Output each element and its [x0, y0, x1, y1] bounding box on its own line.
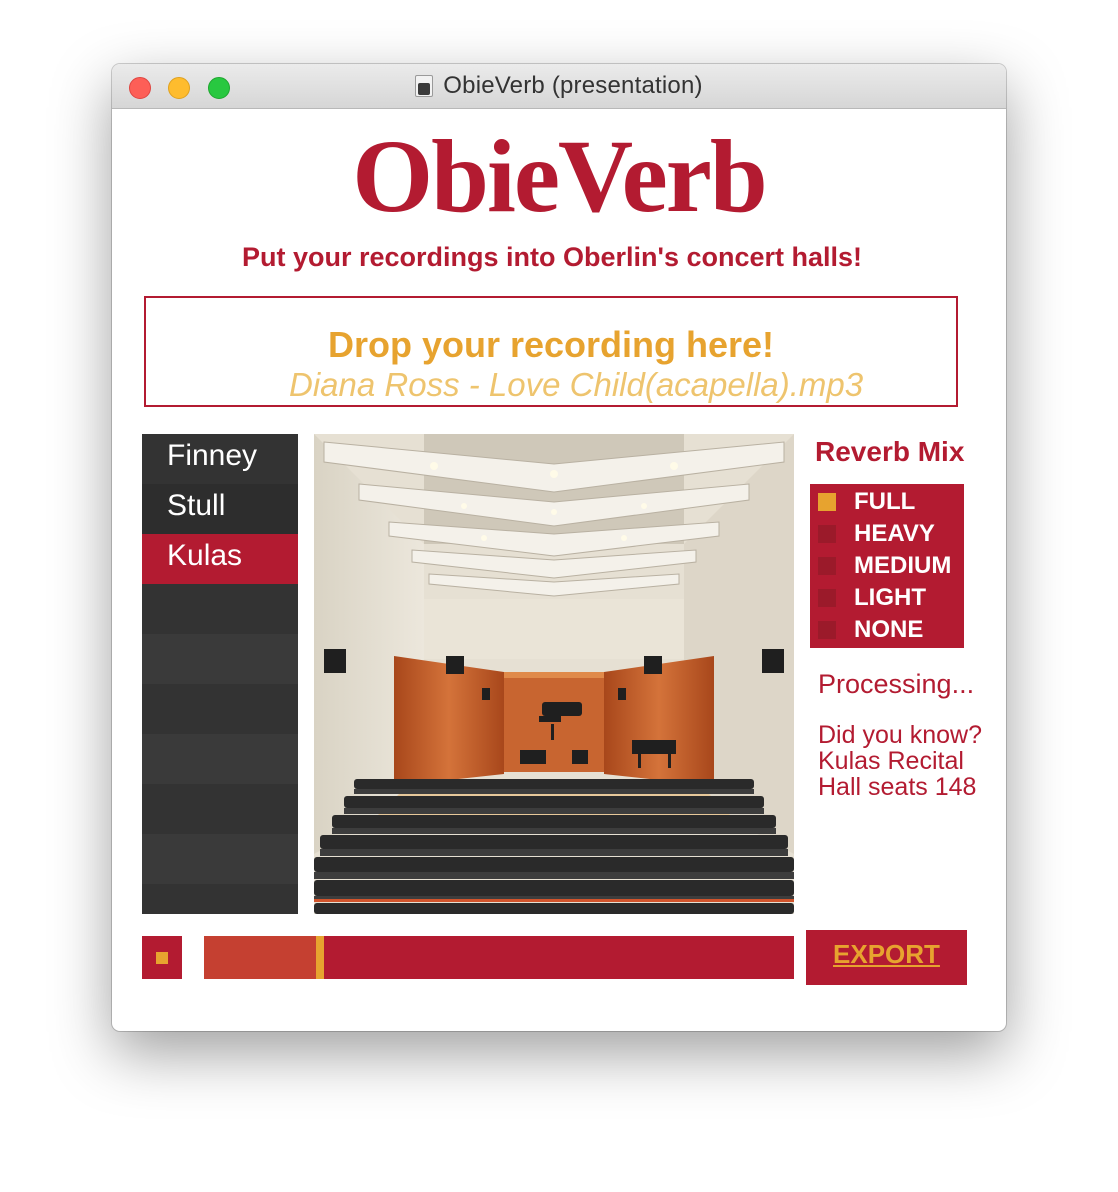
drop-zone[interactable]: Drop your recording here! Diana Ross - L… [144, 296, 958, 407]
empty-row [142, 784, 298, 834]
document-icon [415, 75, 434, 97]
hall-list: Finney Stull Kulas [142, 434, 298, 914]
export-button[interactable]: EXPORT [806, 930, 967, 985]
empty-row [142, 834, 298, 884]
hall-fact: Did you know? Kulas Recital Hall seats 1… [818, 721, 982, 801]
hall-item-stull[interactable]: Stull [142, 484, 298, 534]
progress-fill [204, 936, 316, 979]
stop-button[interactable] [142, 936, 182, 979]
selected-indicator-icon [818, 493, 836, 511]
app-logo: ObieVerb [352, 119, 768, 234]
hall-item-finney[interactable]: Finney [142, 434, 298, 484]
empty-row [142, 684, 298, 734]
reverb-option-label: LIGHT [854, 584, 926, 611]
empty-row [142, 634, 298, 684]
title-bar: ObieVerb (presentation) [112, 64, 1006, 109]
empty-row [142, 734, 298, 784]
reverb-option-label: FULL [854, 488, 916, 515]
reverb-option-medium[interactable]: MEDIUM [818, 552, 964, 580]
unselected-indicator-icon [818, 525, 836, 543]
tagline: Put your recordings into Oberlin's conce… [241, 242, 863, 272]
dropped-filename: Diana Ross - Love Child(acapella).mp3 [289, 366, 864, 403]
title-group: ObieVerb (presentation) [112, 64, 1006, 108]
reverb-mix-title: Reverb Mix [815, 436, 965, 467]
stop-icon [156, 952, 168, 964]
reverb-option-label: NONE [854, 616, 924, 643]
window-title: ObieVerb (presentation) [443, 72, 703, 99]
reverb-option-label: MEDIUM [854, 552, 952, 579]
concert-hall-image [314, 434, 794, 914]
drop-zone-title: Drop your recording here! [327, 324, 775, 365]
hall-item-kulas[interactable]: Kulas [142, 534, 298, 584]
reverb-option-label: HEAVY [854, 520, 935, 547]
reverb-option-heavy[interactable]: HEAVY [818, 520, 964, 548]
reverb-option-light[interactable]: LIGHT [818, 584, 964, 612]
reverb-option-full[interactable]: FULL [818, 488, 964, 516]
hall-photo [314, 434, 794, 914]
progress-handle[interactable] [316, 936, 324, 979]
unselected-indicator-icon [818, 621, 836, 639]
app-window: ObieVerb (presentation) ObieVerb Put you… [112, 64, 1006, 1031]
unselected-indicator-icon [818, 589, 836, 607]
unselected-indicator-icon [818, 557, 836, 575]
processing-status: Processing... [818, 669, 975, 699]
reverb-option-none[interactable]: NONE [818, 616, 964, 644]
playback-progress-bar[interactable] [204, 936, 794, 979]
empty-row [142, 884, 298, 914]
reverb-mix-selector: FULL HEAVY MEDIUM LIGHT NONE [810, 484, 964, 648]
empty-row [142, 584, 298, 634]
